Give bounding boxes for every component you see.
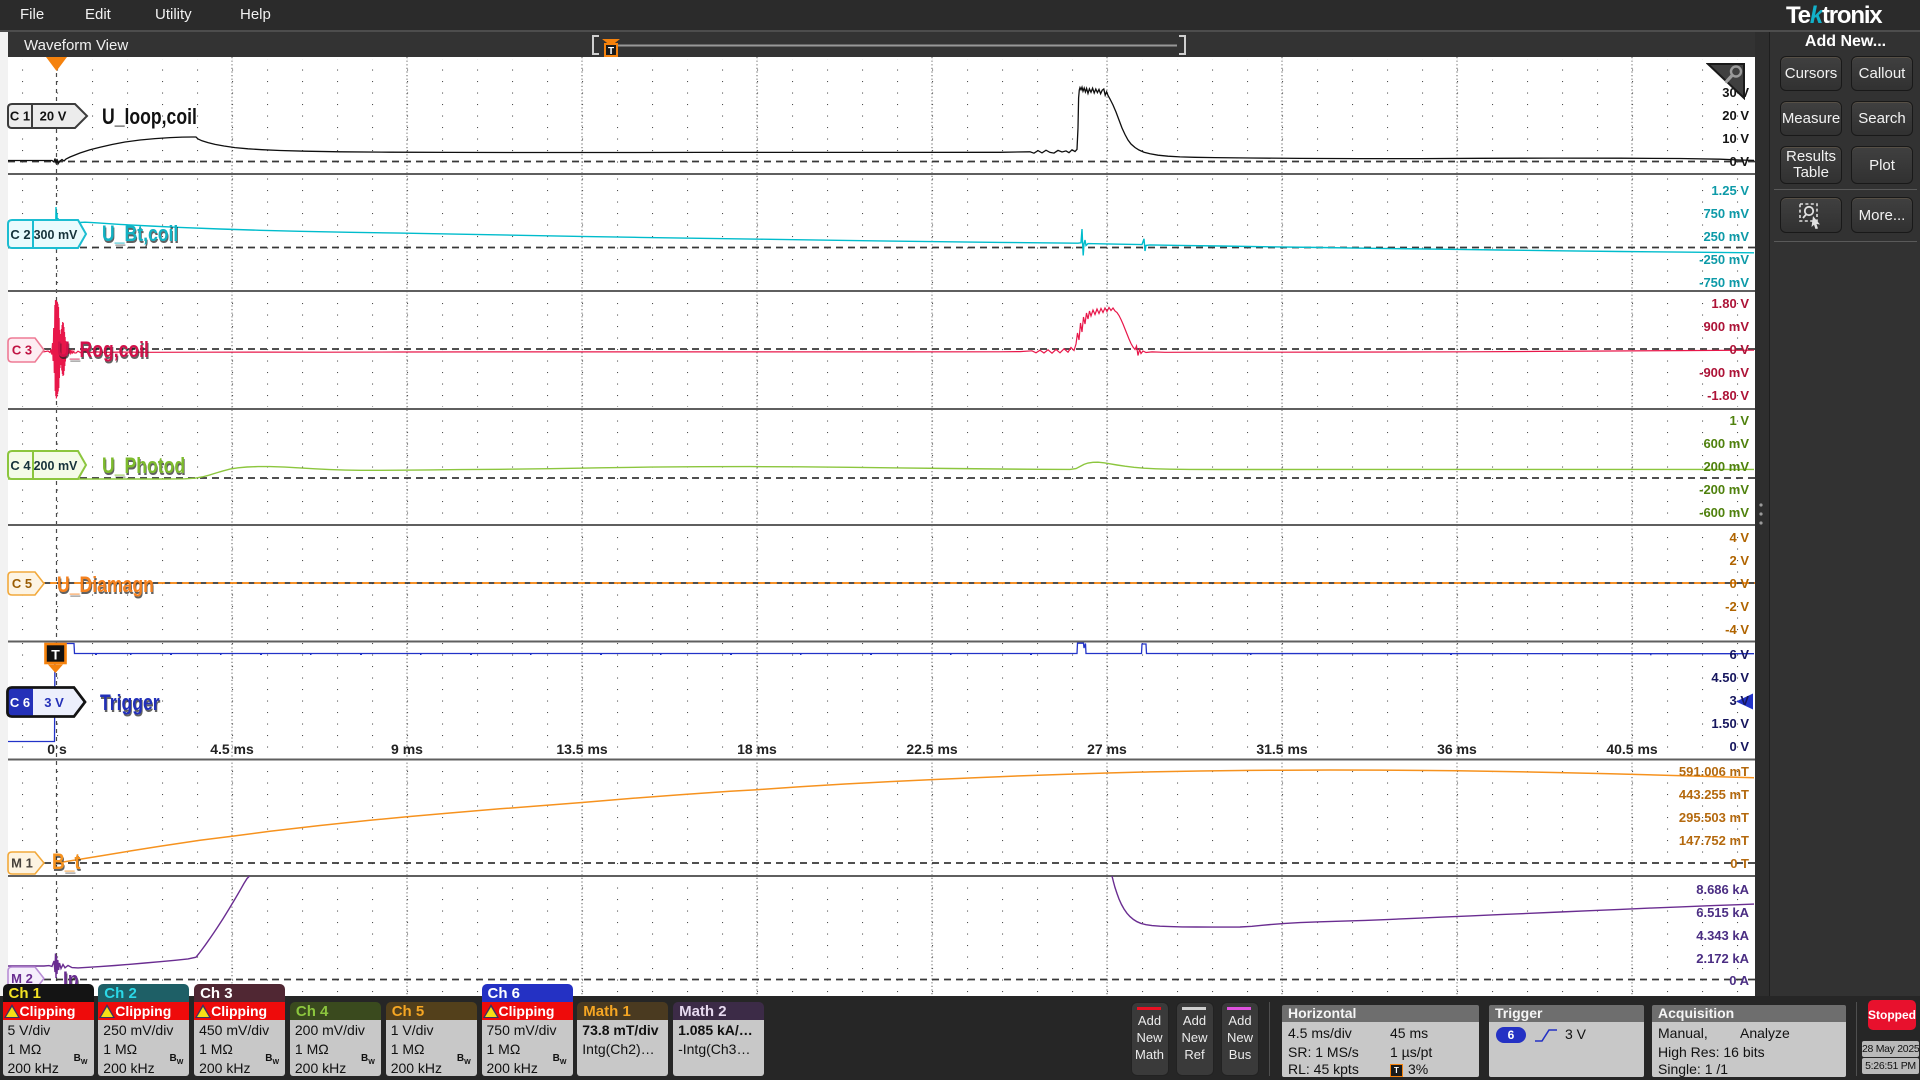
svg-text:C 3: C 3 [12,343,32,358]
svg-text:T: T [608,46,614,57]
svg-text:T: T [51,647,60,663]
svg-text:C 4: C 4 [10,458,31,473]
svg-text:20 V: 20 V [40,109,67,124]
svg-text:C 5: C 5 [12,576,32,591]
svg-text:300 mV: 300 mV [34,228,78,242]
svg-text:C 1: C 1 [10,109,30,124]
svg-text:200 mV: 200 mV [34,459,78,473]
svg-text:C 2: C 2 [10,227,30,242]
svg-text:3 V: 3 V [44,695,64,710]
svg-text:M 1: M 1 [11,856,33,871]
svg-text:C 6: C 6 [10,695,30,710]
